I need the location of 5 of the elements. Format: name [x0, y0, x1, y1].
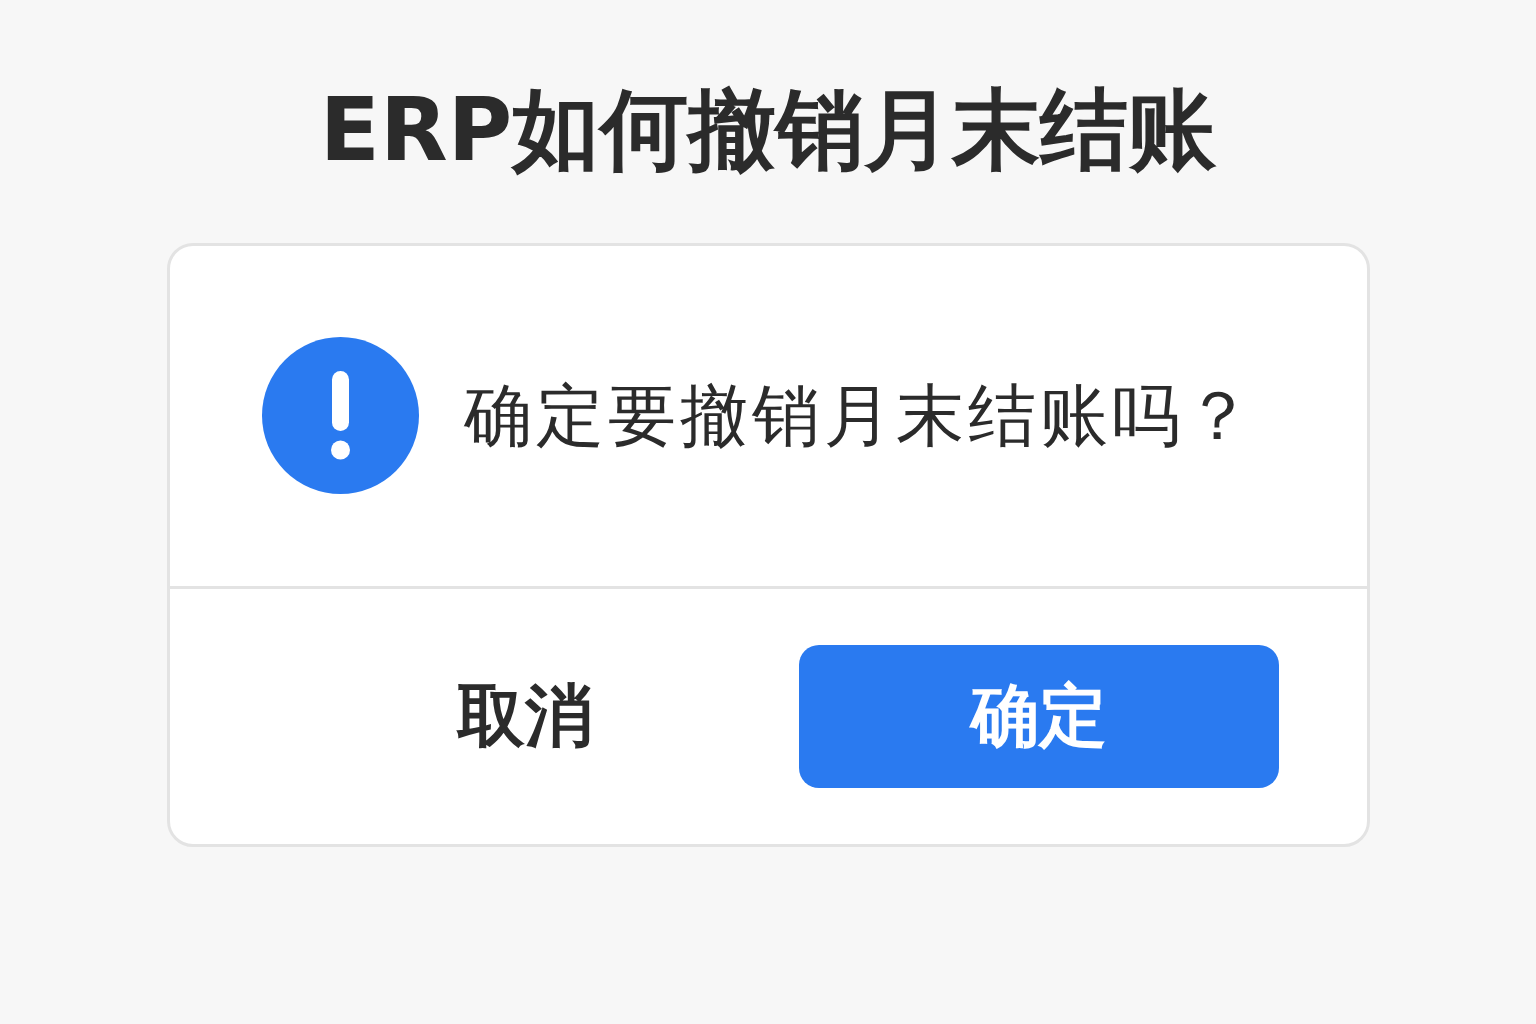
alert-icon	[262, 337, 419, 495]
confirm-button[interactable]: 确定	[799, 644, 1279, 788]
cancel-button[interactable]: 取消	[375, 644, 675, 788]
page-title: ERP如何撤销月末结账	[318, 77, 1218, 179]
dialog-message: 确定要撤销月末结账吗？	[464, 374, 1256, 457]
